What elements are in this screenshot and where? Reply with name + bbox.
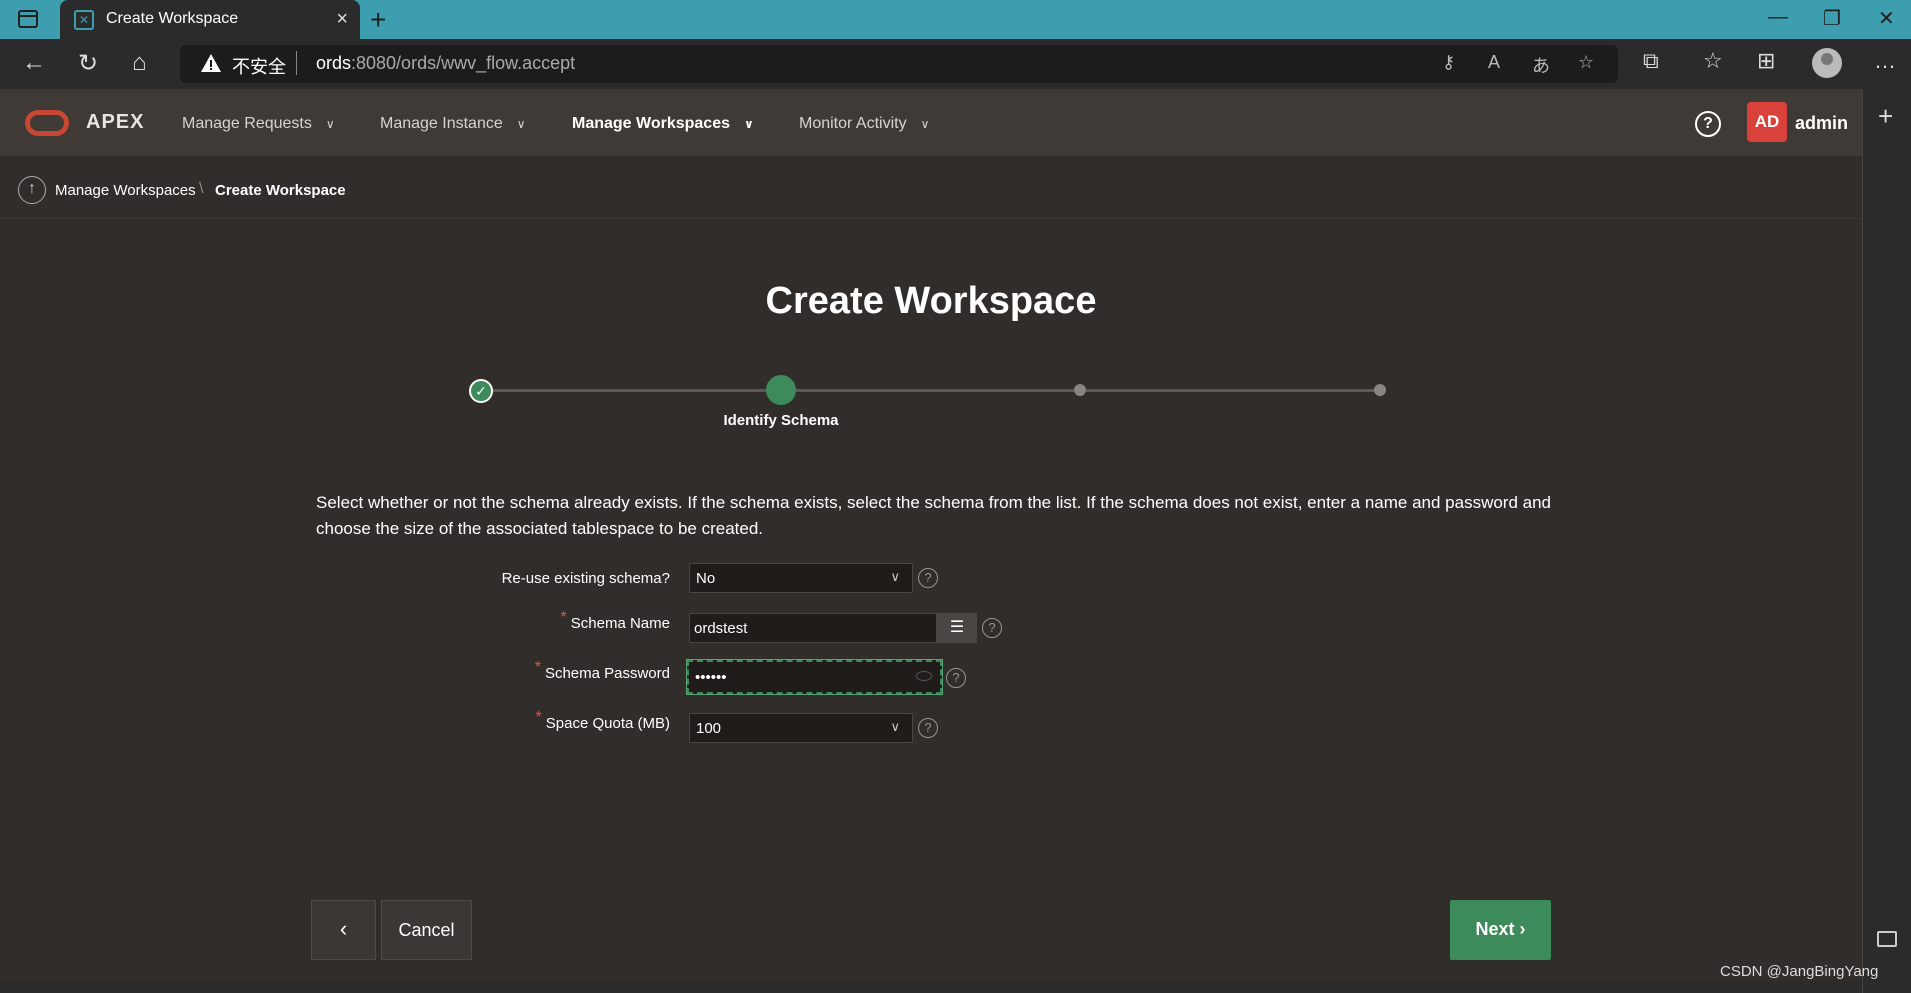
key-icon[interactable]: ⚷ <box>1442 52 1455 73</box>
address-separator <box>296 51 297 75</box>
breadcrumb-current: Create Workspace <box>215 182 346 199</box>
user-avatar[interactable]: AD <box>1747 102 1787 142</box>
help-icon[interactable]: ? <box>1695 111 1721 137</box>
help-circle-icon[interactable]: ? <box>918 718 938 738</box>
help-circle-icon[interactable]: ? <box>918 568 938 588</box>
product-name[interactable]: APEX <box>86 111 144 134</box>
step-completed-check-icon: ✓ <box>469 379 493 403</box>
read-aloud-icon[interactable]: A <box>1488 52 1500 73</box>
insecure-label[interactable]: 不安全 <box>232 53 286 79</box>
breadcrumb-manage-workspaces[interactable]: Manage Workspaces <box>55 182 196 199</box>
restore-icon[interactable]: ❐ <box>1823 6 1841 31</box>
oracle-logo[interactable] <box>25 110 69 136</box>
reuse-schema-select[interactable]: No ∨ <box>689 563 913 593</box>
chevron-down-icon: ∨ <box>325 117 335 131</box>
menu-monitor-activity[interactable]: Monitor Activity ∨ <box>799 115 929 133</box>
required-marker: * <box>535 709 542 726</box>
schema-password-field[interactable]: •••••• <box>686 659 943 695</box>
refresh-icon[interactable]: ↻ <box>78 49 98 78</box>
space-quota-value: 100 <box>696 720 722 737</box>
schema-name-field[interactable]: ordstest <box>689 613 937 643</box>
eye-icon[interactable] <box>916 671 932 681</box>
browser-tab-bar: ✕ Create Workspace × + — ❐ ✕ <box>0 0 1911 39</box>
help-circle-icon[interactable]: ? <box>982 618 1002 638</box>
collections-icon[interactable]: ⊞ <box>1757 48 1775 74</box>
edge-sidebar: + <box>1862 89 1911 993</box>
reuse-schema-label: Re-use existing schema? <box>501 570 670 587</box>
chevron-down-icon: ∨ <box>890 719 900 734</box>
tab-title: Create Workspace <box>106 10 239 27</box>
bottom-bar <box>0 981 1862 993</box>
breadcrumb-separator: \ <box>199 180 204 197</box>
space-quota-label: * Space Quota (MB) <box>535 709 670 732</box>
page-description: Select whether or not the schema already… <box>316 493 1552 538</box>
menu-manage-workspaces[interactable]: Manage Workspaces ∨ <box>572 115 754 133</box>
tab-actions-icon[interactable] <box>18 10 38 28</box>
warning-icon <box>201 54 221 72</box>
reuse-schema-value: No <box>696 570 716 587</box>
cancel-button[interactable]: Cancel <box>381 900 472 960</box>
profile-avatar[interactable] <box>1812 48 1842 78</box>
step-pending-marker <box>1374 384 1386 396</box>
close-window-icon[interactable]: ✕ <box>1878 6 1895 31</box>
minimize-icon[interactable]: — <box>1768 6 1788 29</box>
arrow-up-icon[interactable]: ↑ <box>18 176 46 204</box>
browser-toolbar: ← ↻ ⌂ 不安全 ords:8080/ords/wwv_flow.accept… <box>0 39 1911 89</box>
next-button[interactable]: Next › <box>1450 900 1551 960</box>
translate-icon[interactable]: あ <box>1532 52 1550 78</box>
watermark: CSDN @JangBingYang <box>1720 963 1879 980</box>
add-favorite-icon[interactable]: ☆ <box>1578 52 1594 73</box>
chevron-down-icon: ∨ <box>920 117 930 131</box>
url-text[interactable]: ords:8080/ords/wwv_flow.accept <box>316 53 575 74</box>
favorites-icon[interactable]: ☆ <box>1703 48 1723 74</box>
schema-password-label: * Schema Password <box>534 659 670 682</box>
chevron-down-icon: ∨ <box>890 569 900 584</box>
previous-button[interactable]: ‹ <box>311 900 376 960</box>
add-sidebar-icon[interactable]: + <box>1878 101 1893 132</box>
menu-manage-requests[interactable]: Manage Requests ∨ <box>182 115 335 133</box>
hide-sidebar-icon[interactable] <box>1877 931 1897 947</box>
step-pending-marker <box>1074 384 1086 396</box>
close-tab-icon[interactable]: × <box>336 8 348 31</box>
page-title: Create Workspace <box>765 280 1097 322</box>
apex-header: APEX Manage Requests ∨ Manage Instance ∨ M… <box>0 89 1862 156</box>
browser-tab[interactable]: ✕ Create Workspace × <box>60 0 360 39</box>
help-circle-icon[interactable]: ? <box>946 668 966 688</box>
apex-favicon-icon: ✕ <box>74 10 94 30</box>
chevron-down-icon: ∨ <box>744 117 754 131</box>
current-step-label: Identify Schema <box>723 412 839 429</box>
schema-name-label: * Schema Name <box>560 609 670 632</box>
menu-manage-instance[interactable]: Manage Instance ∨ <box>380 115 526 133</box>
breadcrumb: ↑ Manage Workspaces \ Create Workspace <box>0 156 1862 219</box>
home-icon[interactable]: ⌂ <box>132 49 147 77</box>
chevron-down-icon: ∨ <box>516 117 526 131</box>
space-quota-select[interactable]: 100 ∨ <box>689 713 913 743</box>
extensions-icon[interactable]: ⧉ <box>1643 48 1659 74</box>
back-icon[interactable]: ← <box>22 49 46 77</box>
required-marker: * <box>534 659 541 676</box>
list-of-values-button[interactable]: ☰ <box>937 613 977 643</box>
wizard-progress-track <box>481 389 1380 392</box>
username[interactable]: admin <box>1795 113 1848 134</box>
required-marker: * <box>560 609 567 626</box>
address-bar[interactable]: 不安全 ords:8080/ords/wwv_flow.accept ⚷ A あ… <box>180 45 1618 83</box>
more-icon[interactable]: … <box>1874 48 1896 74</box>
new-tab-button[interactable]: + <box>370 4 386 36</box>
step-current-marker <box>766 375 796 405</box>
password-value: •••••• <box>695 669 727 686</box>
